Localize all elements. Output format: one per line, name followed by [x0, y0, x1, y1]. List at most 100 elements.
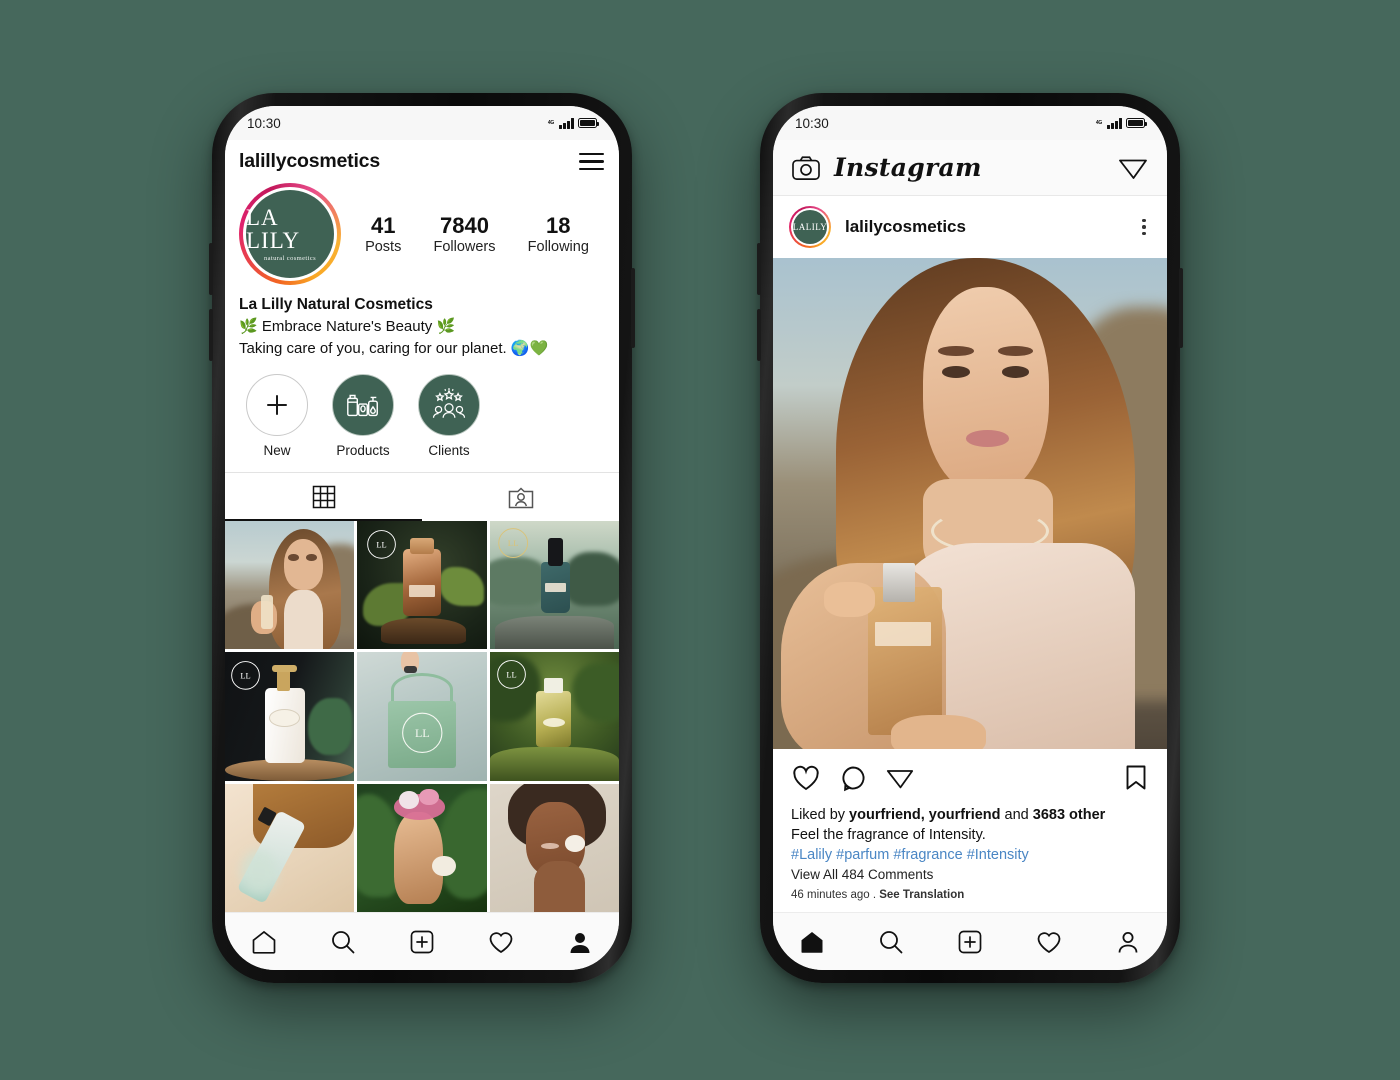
highlight-new[interactable]: New	[243, 373, 311, 458]
highlight-clients-label: Clients	[428, 442, 470, 458]
grid-post-9[interactable]	[489, 783, 619, 912]
person-icon[interactable]	[1114, 928, 1142, 956]
stat-followers[interactable]: 7840 Followers	[433, 213, 495, 255]
status-indicators: 4G	[547, 117, 600, 129]
liked-by-prefix: Liked by	[791, 807, 850, 824]
network-type-label: 4G	[1095, 119, 1103, 126]
profile-tabs	[225, 471, 619, 521]
bio-display-name: La Lilly Natural Cosmetics	[239, 296, 433, 314]
liked-by-names[interactable]: yourfriend, yourfriend	[849, 807, 1000, 823]
phone-left-profile: 10:30 4G lalillycosmetics LA LILY natura…	[209, 93, 635, 983]
person-icon[interactable]	[566, 928, 594, 956]
posts-label: Posts	[365, 239, 402, 256]
post-avatar-logo: LALILY	[793, 210, 827, 244]
highlight-new-label: New	[263, 442, 291, 458]
story-highlights: New Products Clients	[225, 360, 619, 464]
heart-icon[interactable]	[1035, 928, 1063, 956]
right-screen: 10:30 4G Instagram LALILY lalilycosmetic…	[773, 106, 1167, 970]
highlight-products[interactable]: Products	[329, 373, 397, 458]
post-action-bar	[773, 749, 1167, 804]
stat-following[interactable]: 18 Following	[528, 213, 589, 255]
left-status-bar: 10:30 4G	[225, 106, 619, 140]
status-indicators: 4G	[1095, 117, 1148, 129]
bio-line-2: Taking care of you, caring for our plane…	[239, 340, 549, 358]
posts-count: 41	[370, 213, 396, 239]
caption-hashtags[interactable]: #Lalily #parfum #fragrance #Intensity	[791, 845, 1149, 865]
instagram-header: Instagram	[773, 140, 1167, 196]
post-username[interactable]: lalilycosmetics	[845, 217, 1123, 237]
grid-icon	[312, 485, 335, 509]
logo-secondary-text: natural cosmetics	[263, 255, 317, 263]
mockup-stage: 10:30 4G lalillycosmetics LA LILY natura…	[0, 0, 1400, 1080]
post-header: LALILY lalilycosmetics	[773, 196, 1167, 258]
grid-post-8[interactable]	[357, 783, 487, 912]
liked-by-line: Liked by yourfriend, yourfriend and 3683…	[791, 805, 1149, 825]
grid-post-2[interactable]: LL	[357, 520, 487, 650]
grid-post-5[interactable]: LL	[357, 652, 487, 781]
tab-grid[interactable]	[225, 473, 422, 521]
followers-count: 7840	[440, 213, 489, 239]
plus-icon	[246, 373, 308, 436]
more-options-icon[interactable]	[1137, 214, 1151, 241]
profile-bio: La Lilly Natural Cosmetics 🌿 Embrace Nat…	[225, 291, 619, 360]
profile-avatar[interactable]: LA LILY natural cosmetics	[239, 183, 341, 286]
paper-plane-icon[interactable]	[885, 763, 915, 793]
signal-bars-icon	[559, 117, 574, 129]
heart-icon[interactable]	[487, 928, 515, 956]
svg-text:LL: LL	[508, 539, 519, 549]
search-icon[interactable]	[329, 928, 357, 956]
grid-post-3[interactable]: LL	[489, 520, 619, 650]
home-icon[interactable]	[250, 928, 278, 956]
svg-text:LL: LL	[506, 669, 516, 679]
grid-post-6[interactable]: LL	[489, 652, 619, 781]
view-comments-link[interactable]: View All 484 Comments	[791, 865, 1149, 885]
camera-icon[interactable]	[791, 155, 821, 181]
stat-posts[interactable]: 41 Posts	[365, 213, 401, 255]
bookmark-icon[interactable]	[1123, 763, 1149, 793]
post-time-ago: 46 minutes ago	[791, 888, 870, 901]
tagged-person-icon	[508, 487, 533, 509]
following-label: Following	[527, 239, 589, 256]
brand-logo: LA LILY natural cosmetics	[246, 190, 334, 279]
heart-icon[interactable]	[791, 763, 821, 793]
grid-post-1[interactable]	[225, 520, 355, 650]
tab-tagged[interactable]	[422, 473, 619, 521]
network-type-label: 4G	[547, 119, 555, 126]
post-avatar[interactable]: LALILY	[789, 206, 831, 248]
logo-primary-text: LA LILY	[246, 205, 301, 254]
volume-up-button-right[interactable]	[757, 243, 761, 295]
power-button[interactable]	[631, 268, 635, 348]
stats-group: 41 Posts 7840 Followers 18 Following	[341, 213, 605, 255]
post-caption: Liked by yourfriend, yourfriend and 3683…	[773, 803, 1167, 912]
highlight-clients[interactable]: Clients	[415, 373, 483, 458]
hamburger-menu-icon[interactable]	[578, 150, 605, 173]
home-icon[interactable]	[798, 928, 826, 956]
profile-handle: lalillycosmetics	[239, 150, 380, 173]
liked-by-count[interactable]: 3683 other	[1033, 807, 1106, 823]
liked-by-middle: and	[1000, 807, 1033, 824]
signal-bars-icon	[1107, 117, 1122, 129]
profile-header: lalillycosmetics	[225, 140, 619, 182]
meta-separator: .	[869, 888, 880, 901]
bio-line-1: 🌿 Embrace Nature's Beauty 🌿	[239, 318, 456, 336]
power-button-right[interactable]	[1179, 268, 1183, 348]
volume-down-button-right[interactable]	[757, 309, 761, 361]
post-meta-line: 46 minutes ago . See Translation	[791, 886, 1149, 904]
highlight-products-label: Products	[336, 442, 390, 458]
svg-text:LL: LL	[241, 670, 251, 680]
grid-post-4[interactable]: LL	[225, 652, 355, 781]
grid-post-7[interactable]	[225, 783, 355, 912]
plus-square-icon[interactable]	[408, 928, 436, 956]
search-icon[interactable]	[877, 928, 905, 956]
volume-up-button[interactable]	[209, 243, 213, 295]
instagram-wordmark: Instagram	[834, 153, 982, 182]
see-translation-link[interactable]: See Translation	[879, 889, 964, 901]
battery-full-icon	[1126, 118, 1148, 128]
volume-down-button[interactable]	[209, 309, 213, 361]
comment-bubble-icon[interactable]	[838, 763, 868, 793]
status-time: 10:30	[795, 115, 829, 131]
plus-square-icon[interactable]	[956, 928, 984, 956]
post-image[interactable]	[773, 258, 1167, 750]
svg-text:LL: LL	[377, 539, 387, 549]
paper-plane-icon[interactable]	[1117, 153, 1149, 183]
